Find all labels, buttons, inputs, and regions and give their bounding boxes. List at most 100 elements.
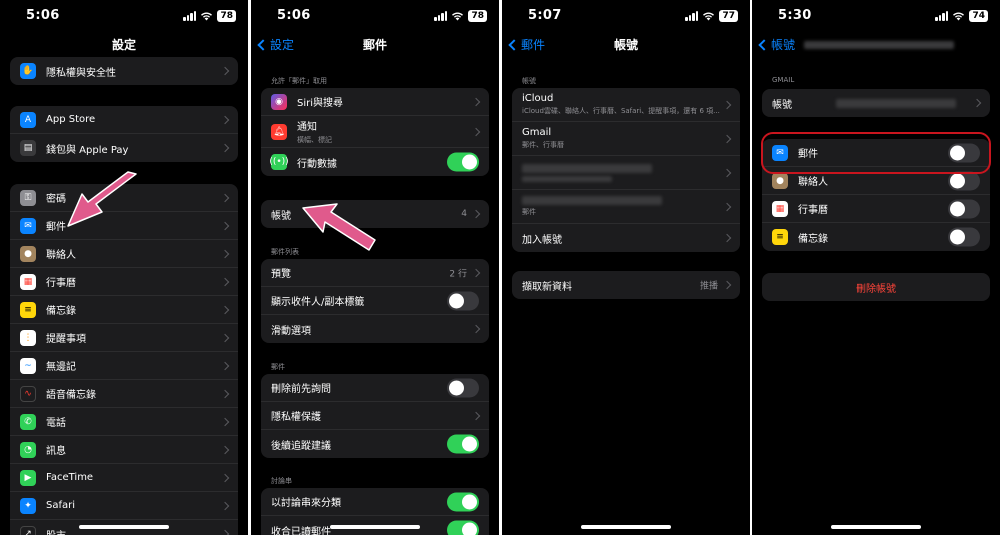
chevron-right-icon xyxy=(471,127,481,136)
accounts-row[interactable]: 帳號 4 xyxy=(261,200,489,228)
allow-group: ◉ Siri與搜尋 🔔︎ 通知 橫幅、標記 ((•)) 行動數據 xyxy=(261,88,489,176)
battery-icon: 74 xyxy=(969,10,988,22)
account-row[interactable]: 帳號 xyxy=(762,89,990,117)
back-button[interactable]: 帳號 xyxy=(758,36,955,53)
page-title: 帳號 xyxy=(613,38,638,52)
calendar-icon: ▦ xyxy=(772,200,788,217)
settings-item-reminders[interactable]: ⋮ 提醒事項 xyxy=(10,324,238,352)
signal-icon xyxy=(685,11,699,21)
account-redacted[interactable] xyxy=(512,156,740,190)
row-label: 股市 xyxy=(46,527,66,535)
redacted-text xyxy=(804,40,955,49)
row-label: Safari xyxy=(46,500,76,511)
cellular-row: ((•)) 行動數據 xyxy=(261,148,489,176)
row-value: 推播 xyxy=(699,281,718,292)
section-header: GMAIL xyxy=(772,76,795,84)
apps-group: ⚿ 密碼 ✉ 郵件 ● 聯絡人 ▦ 行事曆 ≡ 備忘錄 ⋮ 提醒事項 ~ 無邊記 ∿ 語音備忘錄… xyxy=(10,184,238,535)
chevron-right-icon xyxy=(220,361,230,370)
sync-notes-toggle[interactable] xyxy=(948,227,980,247)
row-label: 密碼 xyxy=(46,194,66,205)
settings-item-phone[interactable]: ✆ 電話 xyxy=(10,408,238,436)
settings-item-notes[interactable]: ≡ 備忘錄 xyxy=(10,296,238,324)
notes-icon: ≡ xyxy=(772,229,788,245)
home-indicator xyxy=(581,525,671,529)
sync-notes-row: ≡ 備忘錄 xyxy=(762,223,990,251)
settings-item-calendar[interactable]: ▦ 行事曆 xyxy=(10,268,238,296)
privacy-protection-row[interactable]: 隱私權保護 xyxy=(261,402,489,430)
row-sublabel: iCloud雲碟、聯絡人、行事曆、Safari、提醒事項，還有 6 項... xyxy=(522,107,720,115)
preview-row[interactable]: 預覽 2 行 xyxy=(261,259,489,287)
status-bar: 5:06 78 xyxy=(0,8,248,26)
chevron-right-icon xyxy=(972,98,982,108)
organize-by-thread-toggle[interactable] xyxy=(447,492,479,511)
settings-item-freeform[interactable]: ~ 無邊記 xyxy=(10,352,238,380)
signal-icon xyxy=(434,11,448,21)
settings-item-voice-memos[interactable]: ∿ 語音備忘錄 xyxy=(10,380,238,408)
settings-item-passwords[interactable]: ⚿ 密碼 xyxy=(10,184,238,212)
settings-item-messages[interactable]: ◔ 訊息 xyxy=(10,436,238,464)
mail-icon: ✉ xyxy=(20,217,36,234)
row-label: 電話 xyxy=(46,418,66,429)
cellular-toggle[interactable] xyxy=(447,152,479,172)
settings-item-safari[interactable]: ✦ Safari xyxy=(10,492,238,520)
settings-item-contacts[interactable]: ● 聯絡人 xyxy=(10,240,238,268)
row-label: 擷取新資料 xyxy=(522,281,572,293)
add-account-row[interactable]: 加入帳號 xyxy=(512,224,740,252)
status-bar: 5:07 77 xyxy=(502,8,750,26)
row-sublabel: 郵件、行事曆 xyxy=(522,141,564,149)
settings-item-facetime[interactable]: ▶ FaceTime xyxy=(10,464,238,492)
account-redacted[interactable]: 郵件 xyxy=(512,190,740,224)
settings-item-privacy[interactable]: ✋ 隱私權與安全性 xyxy=(10,57,238,85)
stocks-icon: ↗ xyxy=(20,526,36,535)
row-label: FaceTime xyxy=(46,472,94,483)
battery-icon: 78 xyxy=(217,10,236,22)
sync-calendar-row: ▦ 行事曆 xyxy=(762,195,990,223)
chevron-left-icon xyxy=(758,38,770,51)
sync-calendar-toggle[interactable] xyxy=(948,199,980,218)
voice-memo-icon: ∿ xyxy=(20,385,36,402)
row-label: Siri與搜尋 xyxy=(297,98,344,109)
chevron-right-icon xyxy=(220,249,230,258)
row-sublabel: 橫幅、標記 xyxy=(297,136,332,144)
gmail-account-screen: 5:30 74 帳號 GMAIL 帳號 ✉ 郵件 ● 聯絡人 ▦ 行事曆 ≡ 備忘錄 刪… xyxy=(752,0,1000,535)
row-label: 預覽 xyxy=(271,269,291,280)
row-label: 提醒事項 xyxy=(46,334,86,345)
calendar-icon: ▦ xyxy=(20,273,36,290)
swipe-options-row[interactable]: 滑動選項 xyxy=(261,315,489,343)
siri-search-row[interactable]: ◉ Siri與搜尋 xyxy=(261,88,489,116)
row-label: 通知 xyxy=(297,122,317,133)
cellular-icon: ((•)) xyxy=(269,154,289,170)
row-label: 刪除前先詢問 xyxy=(271,384,331,395)
chevron-right-icon xyxy=(220,143,230,153)
redacted-text xyxy=(522,196,662,205)
row-label: 語音備忘錄 xyxy=(46,390,96,401)
home-indicator xyxy=(79,525,169,529)
settings-item-app-store[interactable]: A App Store xyxy=(10,106,238,134)
fetch-new-data-row[interactable]: 擷取新資料 推播 xyxy=(512,271,740,299)
delete-account-button[interactable]: 刪除帳號 xyxy=(762,273,990,301)
chevron-right-icon xyxy=(220,501,230,510)
notifications-row[interactable]: 🔔︎ 通知 橫幅、標記 xyxy=(261,116,489,148)
status-time: 5:06 xyxy=(26,8,60,23)
follow-up-toggle[interactable] xyxy=(447,434,479,454)
account-gmail[interactable]: Gmail 郵件、行事曆 xyxy=(512,122,740,156)
section-header: 郵件列表 xyxy=(271,248,299,256)
row-label: 無邊記 xyxy=(46,362,76,373)
follow-up-row: 後續追蹤建議 xyxy=(261,430,489,458)
store-group: A App Store ▤ 錢包與 Apple Pay xyxy=(10,106,238,162)
home-indicator xyxy=(831,525,921,529)
chevron-right-icon xyxy=(220,115,230,124)
row-label: 隱私權與安全性 xyxy=(46,67,116,79)
collapse-read-toggle[interactable] xyxy=(447,520,479,535)
settings-item-wallet[interactable]: ▤ 錢包與 Apple Pay xyxy=(10,134,238,162)
ask-before-deleting-toggle[interactable] xyxy=(447,378,479,397)
redacted-text xyxy=(522,163,652,173)
home-indicator xyxy=(330,525,420,529)
account-icloud[interactable]: iCloud iCloud雲碟、聯絡人、行事曆、Safari、提醒事項，還有 6 … xyxy=(512,88,740,122)
notes-icon: ≡ xyxy=(20,301,36,318)
row-label: 帳號 xyxy=(772,99,792,111)
show-to-cc-toggle[interactable] xyxy=(447,291,479,310)
key-icon: ⚿ xyxy=(20,189,36,206)
row-label: 帳號 xyxy=(271,210,291,222)
settings-item-mail[interactable]: ✉ 郵件 xyxy=(10,212,238,240)
